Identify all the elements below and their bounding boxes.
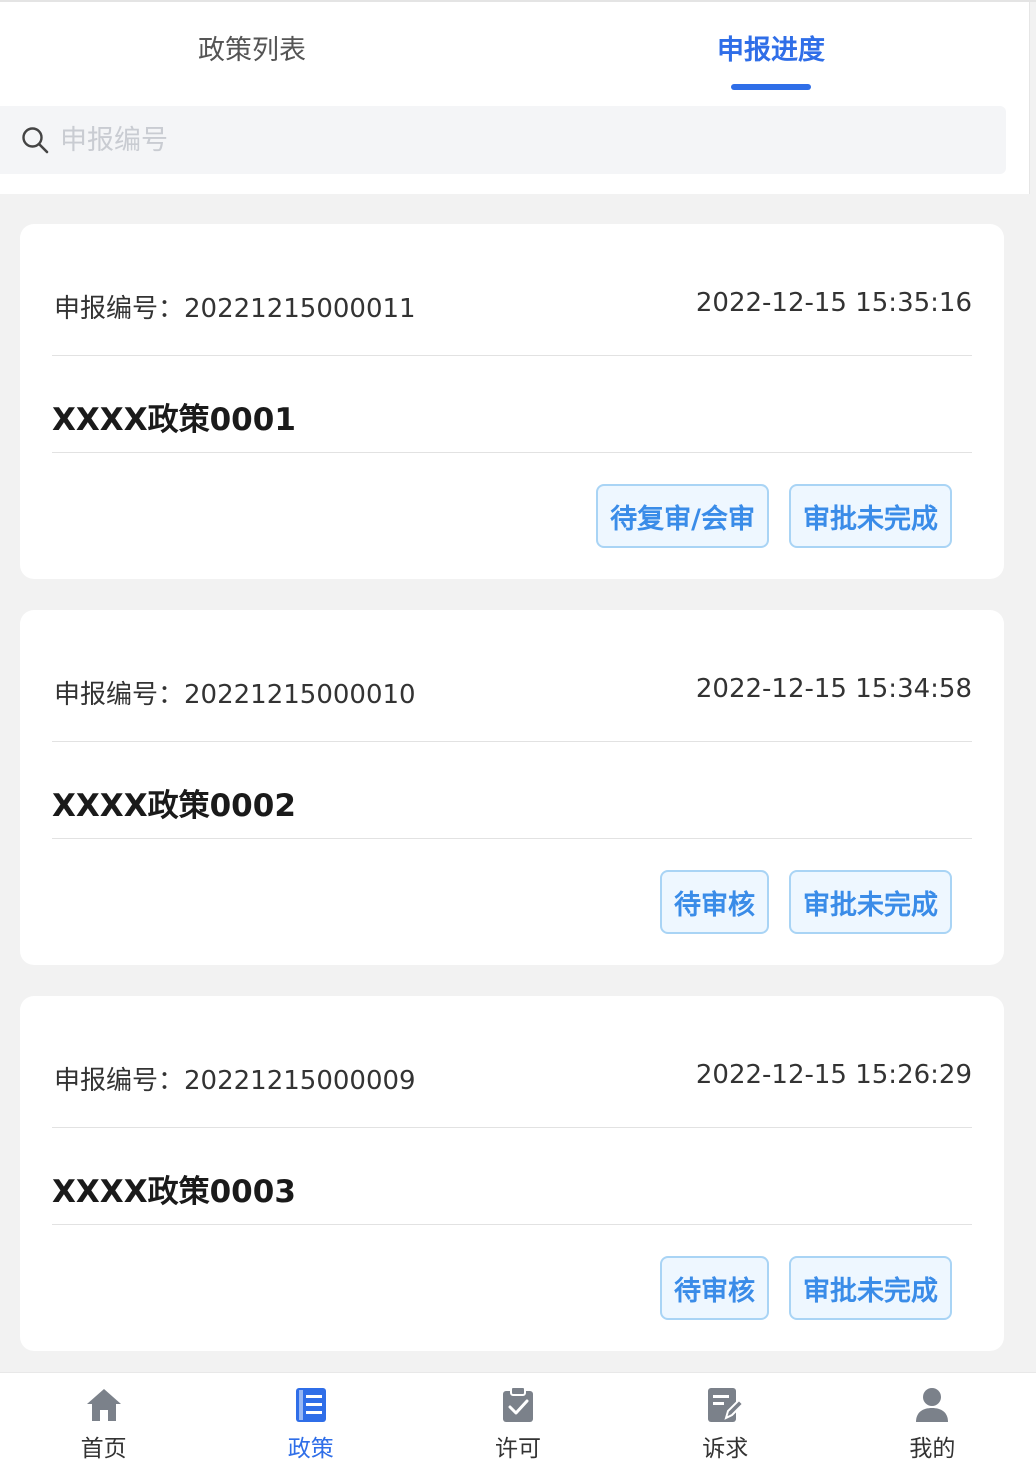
record-title: XXXX政策0001: [52, 402, 296, 438]
status-tag-review: 待审核: [660, 870, 769, 934]
tab-progress[interactable]: 申报进度: [717, 28, 825, 67]
edit-note-icon: [705, 1385, 745, 1425]
tabbar-item-appeal[interactable]: 诉求: [622, 1373, 829, 1468]
status-tag-review: 待复审/会审: [596, 484, 769, 548]
tabbar-item-mine[interactable]: 我的: [829, 1373, 1036, 1468]
top-tabs: 政策列表 申报进度: [0, 2, 1029, 106]
search-icon: [20, 125, 50, 155]
tabbar-label: 政策: [287, 1436, 334, 1462]
clipboard-check-icon: [498, 1385, 538, 1425]
record-title: XXXX政策0002: [52, 788, 296, 824]
record-datetime: 2022-12-15 15:26:29: [695, 1060, 972, 1090]
policy-book-icon: [291, 1385, 331, 1425]
tabbar-label: 首页: [80, 1436, 127, 1462]
search-input[interactable]: [60, 124, 940, 156]
record-number: 申报编号：20221215000011: [54, 294, 416, 324]
status-tag-approval: 审批未完成: [789, 484, 952, 548]
tab-active-indicator: [731, 84, 811, 90]
record-datetime: 2022-12-15 15:34:58: [695, 674, 972, 704]
app-page: 政策列表 申报进度 申报编号：20221215000011 2022-12-15…: [0, 0, 1036, 1468]
divider: [52, 452, 972, 453]
divider: [52, 1224, 972, 1225]
tabbar-item-permit[interactable]: 许可: [414, 1373, 621, 1468]
record-card[interactable]: 申报编号：20221215000009 2022-12-15 15:26:29 …: [20, 996, 1004, 1351]
search-bar[interactable]: [0, 106, 1006, 174]
divider: [52, 741, 972, 742]
record-number: 申报编号：20221215000009: [54, 1066, 416, 1096]
bottom-tab-bar: 首页 政策 许可 诉求 我的: [0, 1372, 1036, 1468]
record-number: 申报编号：20221215000010: [54, 680, 416, 710]
divider: [52, 1127, 972, 1128]
tabbar-label: 许可: [495, 1436, 541, 1462]
home-icon: [84, 1385, 124, 1425]
record-title: XXXX政策0003: [52, 1174, 296, 1210]
tabbar-item-home[interactable]: 首页: [0, 1373, 207, 1468]
tabbar-label: 我的: [909, 1436, 956, 1462]
status-tag-approval: 审批未完成: [789, 1256, 952, 1320]
tabbar-label: 诉求: [702, 1436, 749, 1462]
record-card[interactable]: 申报编号：20221215000011 2022-12-15 15:35:16 …: [20, 224, 1004, 579]
record-datetime: 2022-12-15 15:35:16: [695, 288, 972, 318]
tabbar-item-policy[interactable]: 政策: [207, 1373, 414, 1468]
divider: [52, 355, 972, 356]
tab-policy-list[interactable]: 政策列表: [198, 28, 306, 67]
status-tag-approval: 审批未完成: [789, 870, 952, 934]
status-tag-review: 待审核: [660, 1256, 769, 1320]
record-card[interactable]: 申报编号：20221215000010 2022-12-15 15:34:58 …: [20, 610, 1004, 965]
header: 政策列表 申报进度: [0, 2, 1030, 194]
user-icon: [912, 1385, 952, 1425]
divider: [52, 838, 972, 839]
